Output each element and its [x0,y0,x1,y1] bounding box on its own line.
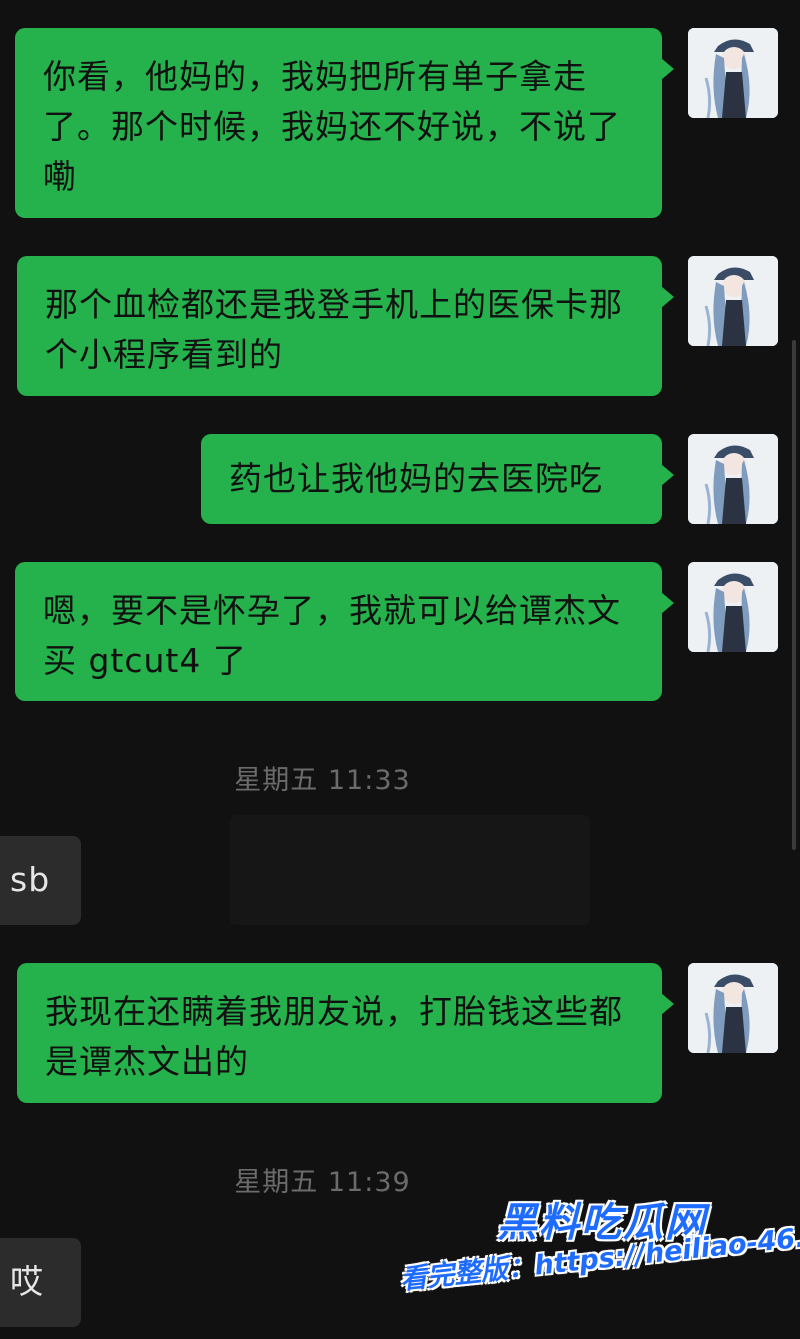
message-bubble-sent[interactable]: 你看，他妈的，我妈把所有单子拿走了。那个时候，我妈还不好说，不说了嘞 [15,28,674,218]
message-text: 嗯，要不是怀孕了，我就可以给谭杰文买 gtcut4 了 [43,591,621,680]
timestamp: 星期五 11:33 [234,765,411,796]
message-bubble-sent[interactable]: 那个血检都还是我登手机上的医保卡那个小程序看到的 [17,256,674,396]
scrollbar[interactable] [792,340,796,850]
message-text: 那个血检都还是我登手机上的医保卡那个小程序看到的 [45,285,623,374]
message-bubble-received[interactable]: 哎 [0,1238,81,1327]
avatar-icon[interactable] [688,963,778,1053]
message-bubble-received[interactable]: sb [0,836,81,925]
message-text: 哎 [10,1262,44,1301]
message-text: 我现在还瞒着我朋友说，打胎钱这些都是谭杰文出的 [45,992,623,1081]
anime-girl-avatar-icon [688,434,778,524]
message-bubble-sent[interactable]: 我现在还瞒着我朋友说，打胎钱这些都是谭杰文出的 [17,963,674,1103]
message-bubble-sent[interactable]: 药也让我他妈的去医院吃 [201,434,674,524]
message-text: sb [10,860,51,899]
anime-girl-avatar-icon [688,28,778,118]
anime-girl-avatar-icon [688,562,778,652]
avatar-icon[interactable] [688,434,778,524]
anime-girl-avatar-icon [688,256,778,346]
watermark: 黑料吃瓜网 看完整版：https://heiliao-46.com [380,1180,800,1330]
message-bubble-sent[interactable]: 嗯，要不是怀孕了，我就可以给谭杰文买 gtcut4 了 [15,562,674,701]
message-text: 药也让我他妈的去医院吃 [229,459,603,498]
avatar-icon[interactable] [688,28,778,118]
avatar-icon[interactable] [688,256,778,346]
message-text: 你看，他妈的，我妈把所有单子拿走了。那个时候，我妈还不好说，不说了嘞 [43,57,621,196]
avatar-icon[interactable] [688,562,778,652]
faint-background-block [230,815,590,925]
anime-girl-avatar-icon [688,963,778,1053]
